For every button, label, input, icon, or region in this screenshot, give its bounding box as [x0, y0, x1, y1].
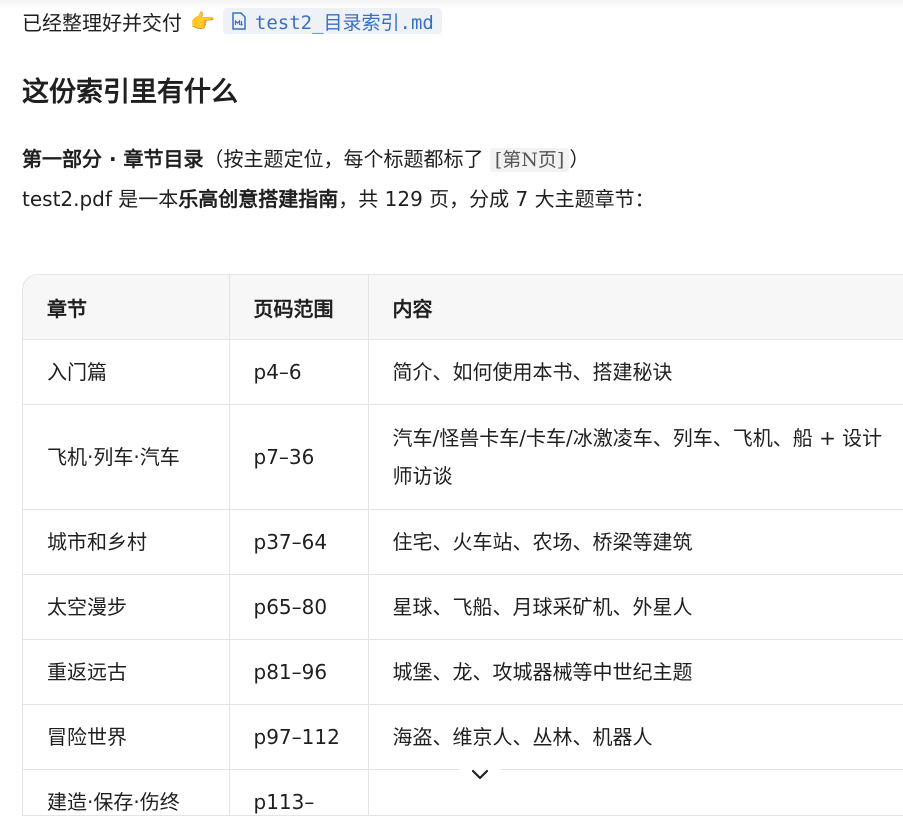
intro-text: 已经整理好并交付 — [22, 7, 182, 36]
chapter-cell: 入门篇 — [23, 340, 229, 405]
table-header-row: 章节 页码范围 内容 — [23, 275, 903, 340]
table-row: 重返远古 p81–96 城堡、龙、攻城器械等中世纪主题 — [23, 640, 903, 705]
file-name: test2_目录索引.md — [255, 8, 434, 35]
summary-suffix: ，共 129 页，分成 7 大主题章节： — [338, 187, 654, 211]
summary-line: test2.pdf 是一本乐高创意搭建指南，共 129 页，分成 7 大主题章节… — [22, 184, 655, 214]
table-row: 冒险世界 p97–112 海盗、维京人、丛林、机器人 — [23, 705, 903, 770]
chevron-down-icon — [470, 767, 490, 786]
pages-cell: p7–36 — [229, 405, 368, 510]
pages-cell: p37–64 — [229, 510, 368, 575]
chapter-cell: 冒险世界 — [23, 705, 229, 770]
table-row: 城市和乡村 p37–64 住宅、火车站、农场、桥梁等建筑 — [23, 510, 903, 575]
pages-cell: p97–112 — [229, 705, 368, 770]
content-cell: 海盗、维京人、丛林、机器人 — [368, 705, 903, 770]
chapter-cell: 重返远古 — [23, 640, 229, 705]
summary-prefix: test2.pdf 是一本 — [22, 187, 178, 211]
chapter-table: 章节 页码范围 内容 入门篇 p4–6 简介、如何使用本书、搭建秘诀 飞机·列车… — [22, 274, 903, 816]
scroll-down-button[interactable] — [458, 760, 502, 792]
chapter-cell: 太空漫步 — [23, 575, 229, 640]
content-cell: 城堡、龙、攻城器械等中世纪主题 — [368, 640, 903, 705]
content-cell: 住宅、火车站、农场、桥梁等建筑 — [368, 510, 903, 575]
column-header-chapter: 章节 — [23, 275, 229, 340]
content-cell: 汽车/怪兽卡车/卡车/冰激凌车、列车、飞机、船 + 设计师访谈 — [368, 405, 903, 510]
chapter-cell: 飞机·列车·汽车 — [23, 405, 229, 510]
page-tag-code: [第N页] — [490, 148, 569, 172]
content-cell: 星球、飞船、月球采矿机、外星人 — [368, 575, 903, 640]
content-cell: 简介、如何使用本书、搭建秘诀 — [368, 340, 903, 405]
column-header-content: 内容 — [368, 275, 903, 340]
chapter-cell: 建造·保存·伤终 — [23, 770, 229, 816]
pages-cell: p65–80 — [229, 575, 368, 640]
section-heading: 这份索引里有什么 — [22, 70, 238, 109]
table-row: 飞机·列车·汽车 p7–36 汽车/怪兽卡车/卡车/冰激凌车、列车、飞机、船 +… — [23, 405, 903, 510]
markdown-file-icon — [231, 12, 247, 30]
column-header-pages: 页码范围 — [229, 275, 368, 340]
pages-cell: p81–96 — [229, 640, 368, 705]
part-note-close: ） — [569, 147, 589, 171]
table-row: 入门篇 p4–6 简介、如何使用本书、搭建秘诀 — [23, 340, 903, 405]
part-description: 第一部分 · 章节目录（按主题定位，每个标题都标了 [第N页]） — [22, 144, 589, 175]
pages-cell: p113– — [229, 770, 368, 816]
book-title: 乐高创意搭建指南 — [178, 187, 338, 211]
part-note: （按主题定位，每个标题都标了 — [204, 147, 484, 171]
content-cell — [368, 770, 903, 816]
pages-cell: p4–6 — [229, 340, 368, 405]
file-attachment-chip[interactable]: test2_目录索引.md — [223, 8, 442, 34]
part-title: 第一部分 · 章节目录 — [22, 147, 204, 171]
table-row: 太空漫步 p65–80 星球、飞船、月球采矿机、外星人 — [23, 575, 903, 640]
chapter-cell: 城市和乡村 — [23, 510, 229, 575]
pointing-hand-icon: 👉 — [190, 9, 215, 33]
delivery-message: 已经整理好并交付 👉 test2_目录索引.md — [22, 6, 442, 36]
